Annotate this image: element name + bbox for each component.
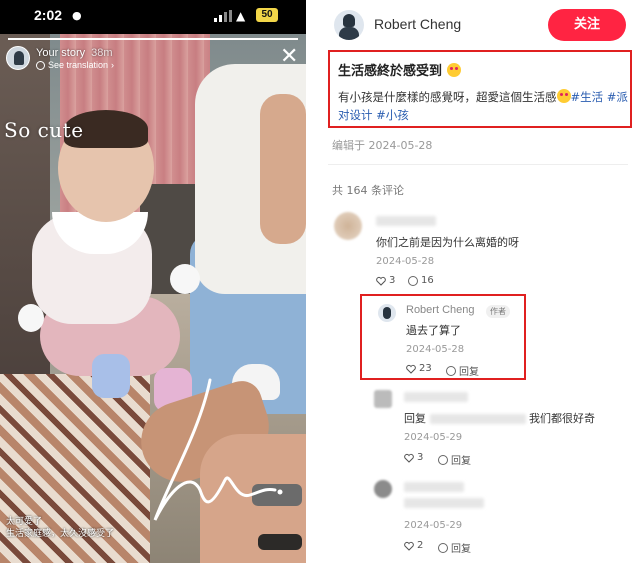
follow-button[interactable]: 关注 bbox=[548, 9, 626, 41]
comment-bubble-icon bbox=[408, 275, 418, 286]
story-owner[interactable]: Your story 38m bbox=[36, 47, 113, 59]
story-caption-line2: 生活家庭感，太久沒感受了 bbox=[6, 529, 115, 539]
comment-count: 共 164 条评论 bbox=[332, 184, 404, 197]
reply-reply-button[interactable]: 回复 bbox=[446, 363, 479, 378]
post-body-text: 有小孩是什麼樣的感覺呀，超愛這個生活感 bbox=[338, 90, 557, 104]
see-translation-label: See translation bbox=[48, 60, 109, 70]
reply-text: 過去了算了 bbox=[406, 324, 461, 337]
close-icon[interactable]: ✕ bbox=[280, 46, 298, 68]
reply-name-blurred[interactable] bbox=[404, 482, 464, 492]
globe-icon bbox=[36, 60, 45, 70]
story-age: 38m bbox=[91, 47, 113, 59]
author-avatar[interactable] bbox=[334, 10, 364, 40]
heart-icon bbox=[404, 453, 414, 463]
comment-reply-count: 16 bbox=[421, 275, 434, 286]
comment-reply-button[interactable]: 16 bbox=[408, 275, 434, 286]
reply-suffix: 我们都很好奇 bbox=[529, 412, 595, 425]
comment-date: 2024-05-28 bbox=[376, 256, 435, 267]
reply-action-label: 回复 bbox=[451, 544, 471, 555]
handwriting-doodle bbox=[153, 378, 283, 521]
post-panel: Robert Cheng 关注 生活感終於感受到 有小孩是什麼樣的感覺呀，超愛這… bbox=[306, 0, 640, 563]
reply-author-name[interactable]: Robert Cheng bbox=[406, 304, 475, 316]
reply-prefix: 回复 bbox=[404, 412, 426, 425]
reply-date: 2024-05-29 bbox=[404, 520, 463, 531]
comment-bubble-icon bbox=[438, 542, 448, 553]
story-progress-fill bbox=[8, 38, 298, 40]
reply-text-blurred bbox=[404, 498, 484, 508]
reply-reply-button[interactable]: 回复 bbox=[438, 540, 471, 555]
reply-date: 2024-05-29 bbox=[404, 432, 463, 443]
status-time: 2:02 bbox=[34, 7, 63, 23]
author-reply-highlight: Robert Cheng 作者 過去了算了 2024-05-28 23 回复 bbox=[360, 294, 526, 380]
post-title-text: 生活感終於感受到 bbox=[338, 64, 443, 79]
reply-mention-blurred bbox=[429, 414, 526, 424]
author-name[interactable]: Robert Cheng bbox=[374, 16, 461, 32]
story-progress-bar bbox=[8, 38, 298, 40]
reply-reply-button[interactable]: 回复 bbox=[438, 452, 471, 467]
heart-icon bbox=[406, 364, 416, 374]
post-content-highlight: 生活感終於感受到 有小孩是什麼樣的感覺呀，超愛這個生活感 #生活 #派对设计 #小… bbox=[328, 50, 632, 128]
reply-date: 2024-05-28 bbox=[406, 344, 465, 355]
hashtag-link[interactable]: #小孩 bbox=[376, 108, 409, 122]
author-badge: 作者 bbox=[486, 305, 510, 318]
heart-icon bbox=[376, 276, 386, 286]
comment-like-button[interactable]: 3 bbox=[376, 275, 395, 286]
edited-date: 编辑于 2024-05-28 bbox=[332, 139, 433, 152]
wifi-icon: ▲ bbox=[236, 9, 246, 23]
reply-action-label: 回复 bbox=[459, 367, 479, 378]
heart-eyes-emoji-icon bbox=[556, 89, 571, 103]
reply-like-button[interactable]: 23 bbox=[406, 363, 432, 374]
comment-text: 你们之前是因为什么离婚的呀 bbox=[376, 236, 519, 249]
heart-eyes-emoji-icon bbox=[446, 63, 461, 77]
comment-like-count: 3 bbox=[389, 275, 396, 286]
photo-bracelet bbox=[258, 534, 302, 550]
signal-icon bbox=[214, 10, 232, 22]
reply-like-button[interactable]: 2 bbox=[404, 540, 423, 551]
comment-bubble-icon bbox=[446, 365, 456, 376]
reply-avatar-blurred[interactable] bbox=[374, 480, 392, 498]
reply-like-count: 23 bbox=[419, 363, 432, 374]
reply-like-button[interactable]: 3 bbox=[404, 452, 423, 463]
reply-like-count: 3 bbox=[417, 452, 424, 463]
status-bar: 2:02 ● ▲ 50 bbox=[0, 0, 306, 34]
photo-mitten bbox=[18, 304, 44, 332]
photo-sock-blue bbox=[92, 354, 130, 398]
reply-text: 回复 我们都很好奇 bbox=[404, 410, 595, 426]
story-avatar[interactable] bbox=[6, 46, 30, 70]
commenter-avatar-blurred[interactable] bbox=[334, 212, 362, 240]
comment-bubble-icon bbox=[438, 454, 448, 465]
reply-like-count: 2 bbox=[417, 540, 424, 551]
reply-avatar-blurred[interactable] bbox=[374, 390, 392, 408]
person-icon: ● bbox=[72, 9, 82, 22]
post-title: 生活感終於感受到 bbox=[338, 60, 461, 79]
reply-action-label: 回复 bbox=[451, 456, 471, 467]
heart-icon bbox=[404, 541, 414, 551]
story-text-sticker: So cute bbox=[4, 118, 84, 142]
photo-mitten bbox=[170, 264, 200, 294]
commenter-name-blurred[interactable] bbox=[376, 216, 436, 226]
photo-man-arm bbox=[260, 94, 306, 244]
reply-name-blurred[interactable] bbox=[404, 392, 468, 402]
story-screen: 2:02 ● ▲ 50 Your story 38m See translatio… bbox=[0, 0, 306, 563]
hashtag-link[interactable]: #生活 bbox=[571, 90, 604, 104]
see-translation-link[interactable]: See translation › bbox=[36, 60, 114, 70]
post-body: 有小孩是什麼樣的感覺呀，超愛這個生活感 #生活 #派对设计 #小孩 bbox=[338, 88, 628, 124]
divider bbox=[328, 164, 628, 165]
chevron-right-icon: › bbox=[111, 60, 115, 70]
battery-icon: 50 bbox=[256, 8, 278, 22]
reply-author-avatar[interactable] bbox=[378, 304, 396, 322]
story-owner-label: Your story bbox=[36, 47, 86, 59]
